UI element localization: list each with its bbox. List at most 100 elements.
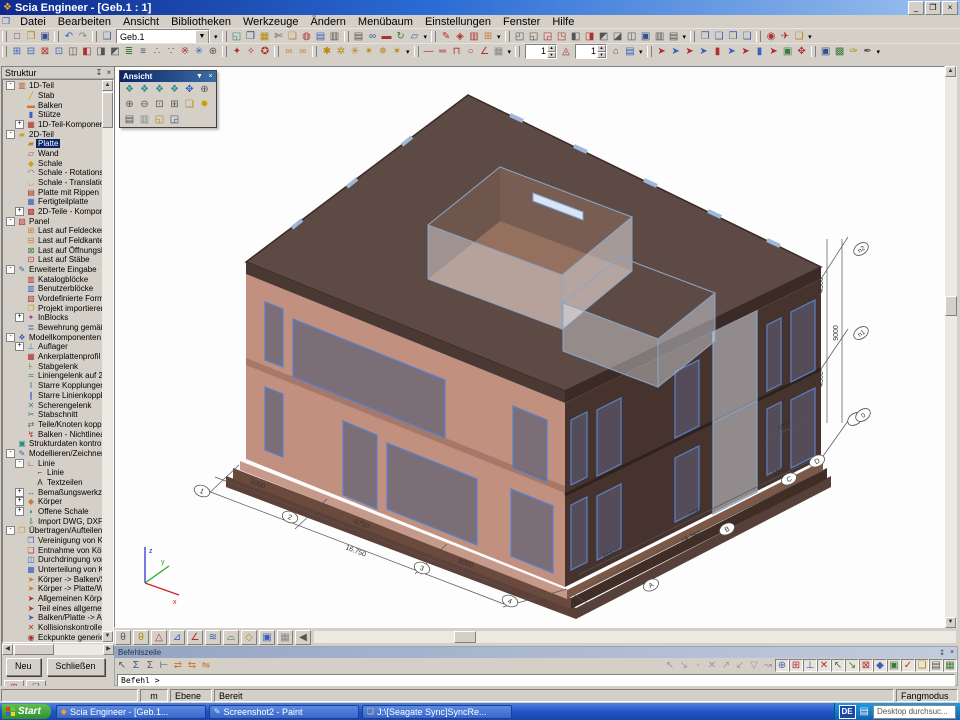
snap-perp-icon[interactable]: ⊥ — [803, 659, 817, 672]
snap-box-icon[interactable]: ⊠ — [859, 659, 873, 672]
status-unit[interactable]: m — [140, 689, 168, 702]
layers-icon[interactable]: ❒ — [244, 30, 258, 43]
toolbar-handle[interactable] — [811, 46, 816, 57]
toolbar-handle[interactable] — [431, 31, 436, 42]
beam-tool-icon[interactable]: ➤ — [697, 45, 711, 58]
snap-ok-icon[interactable]: ✓ — [901, 659, 915, 672]
view-yz-icon[interactable]: ❖ — [152, 83, 167, 96]
refresh-icon[interactable]: ↻ — [394, 30, 408, 43]
snap-tri-icon[interactable]: ▽ — [747, 659, 761, 672]
tree-item[interactable]: ⌐ Linie — [3, 468, 102, 478]
raster-icon[interactable]: ▦ — [492, 45, 506, 58]
model-viewport[interactable]: 5000 6750 5000 16.750 5650 7250 5350 18.… — [114, 66, 945, 628]
window-icon[interactable]: ❑ — [100, 30, 114, 43]
tree-item[interactable]: ◉ Eckpunkte generieren — [3, 632, 102, 642]
menu-item[interactable]: Menübaum — [352, 16, 419, 28]
clipping-icon[interactable]: θ — [115, 630, 131, 645]
book-icon[interactable]: ▬ — [380, 30, 394, 43]
clip-box-icon[interactable]: ◱ — [152, 113, 167, 126]
half-icon[interactable]: ◧ — [80, 45, 94, 58]
tree-item[interactable]: ▦ Ankerplattenprofil — [3, 352, 102, 362]
tree-expander[interactable]: + — [15, 488, 24, 497]
link-icon[interactable]: ∞ — [282, 45, 296, 58]
render-mode-icon[interactable]: ▣ — [259, 630, 275, 645]
close-icon[interactable]: × — [947, 649, 957, 656]
activity-spinner[interactable]: 1 ▲▼ — [525, 44, 557, 59]
tree-item[interactable]: ▱ Wand — [3, 149, 102, 159]
toolbar-handle[interactable] — [92, 31, 97, 42]
zoom-selection-icon[interactable]: ❏ — [182, 98, 197, 111]
tree-horizontal-scrollbar[interactable]: ◀ ▶ — [2, 644, 114, 655]
sheet-icon[interactable]: ▥ — [467, 30, 481, 43]
binoculars-icon[interactable]: ∞ — [366, 30, 380, 43]
view-layout-icon[interactable]: ▤ — [667, 30, 681, 43]
tree-vertical-scrollbar[interactable]: ▲ ▼ — [102, 80, 113, 642]
tool-icon[interactable]: ✲ — [334, 45, 348, 58]
window-cascade-icon[interactable]: ❐ — [698, 30, 712, 43]
toolbar-handle[interactable] — [54, 31, 59, 42]
maximize-button[interactable]: ❐ — [925, 1, 941, 15]
annotate-icon[interactable]: ✑ — [847, 45, 861, 58]
snap-cancel-icon[interactable]: ✕ — [705, 659, 719, 672]
snap-surface-icon[interactable]: ▣ — [887, 659, 901, 672]
axis-icon[interactable]: ⊢ — [157, 659, 171, 672]
tree-expander[interactable]: - — [6, 81, 15, 90]
project-icon[interactable]: ◱ — [230, 30, 244, 43]
toolbar-overflow[interactable]: ▾ — [637, 48, 645, 56]
move-icon[interactable]: ✥ — [795, 45, 809, 58]
line-icon[interactable]: — — [422, 45, 436, 58]
snap-sw-icon[interactable]: ↙ — [733, 659, 747, 672]
tree-item[interactable]: + ↔ Bemaßungswerkzeuge — [3, 487, 102, 497]
link2-icon[interactable]: ∞ — [296, 45, 310, 58]
beam-tool-icon[interactable]: ➤ — [767, 45, 781, 58]
tree-item[interactable]: ➤ Balken/Platte -> Allgemein — [3, 613, 102, 623]
layout-icon[interactable]: ▤ — [314, 30, 328, 43]
tree-item[interactable]: - ▧ Panel — [3, 216, 102, 226]
menu-item[interactable]: Werkzeuge — [237, 16, 304, 28]
star-icon[interactable]: ✳ — [192, 45, 206, 58]
layer-spinner[interactable]: 1 ▲▼ — [575, 44, 607, 59]
grid-icon[interactable]: ⊞ — [481, 30, 495, 43]
toolbar-handle[interactable] — [414, 46, 419, 57]
snap-free-icon[interactable]: ↖ — [663, 659, 677, 672]
toolbar-handle[interactable] — [344, 31, 349, 42]
scroll-left-icon[interactable]: ◀ — [2, 644, 13, 655]
view-xz-icon[interactable]: ❖ — [137, 83, 152, 96]
toolbar-handle[interactable] — [274, 46, 279, 57]
layer-icon[interactable]: ▤ — [623, 45, 637, 58]
polyline-icon[interactable]: ⊓ — [450, 45, 464, 58]
perspective-icon[interactable]: ⊿ — [169, 630, 185, 645]
toolbar-handle[interactable] — [647, 46, 652, 57]
sum2-icon[interactable]: Σ — [143, 659, 157, 672]
beam-tool-icon[interactable]: ➤ — [655, 45, 669, 58]
snap-mid-icon[interactable]: ↘ — [845, 659, 859, 672]
schliessen-button[interactable]: Schließen — [47, 658, 105, 676]
axo-icon[interactable]: △ — [151, 630, 167, 645]
desktop-search-input[interactable]: Desktop durchsuc... — [873, 705, 956, 719]
tree-item[interactable]: ◆ Schale — [3, 158, 102, 168]
tree-item[interactable]: ▮ Stütze — [3, 110, 102, 120]
tree-item[interactable]: ⇄ Teile/Knoten koppeln — [3, 420, 102, 430]
menu-item[interactable]: Bibliotheken — [165, 16, 237, 28]
toolbar-overflow[interactable]: ▾ — [806, 33, 814, 41]
tree-item[interactable]: - ❒ Übertragen/Aufteilen/Vereinigen — [3, 526, 102, 536]
window-tile-icon[interactable]: ❑ — [712, 30, 726, 43]
toolbar-overflow[interactable]: ▾ — [506, 48, 514, 56]
menu-item[interactable]: Fenster — [497, 16, 546, 28]
isometry-icon[interactable]: ◇ — [241, 630, 257, 645]
tree-expander[interactable]: - — [6, 265, 15, 274]
tool-icon[interactable]: ✶ — [390, 45, 404, 58]
tree-item[interactable]: - ✎ Modellieren/Zeichnen — [3, 449, 102, 459]
window-close-icon[interactable]: ❏ — [740, 30, 754, 43]
toolbar-handle[interactable] — [756, 31, 761, 42]
toolbar-handle[interactable] — [222, 46, 227, 57]
tree-item[interactable]: I Starre Kopplungen — [3, 381, 102, 391]
toolbar-overflow[interactable]: ▾ — [495, 33, 503, 41]
print-icon[interactable]: ▤ — [352, 30, 366, 43]
person2-icon[interactable]: ✧ — [244, 45, 258, 58]
tree-item[interactable]: ⊠ Last auf Öffnungskanten — [3, 245, 102, 255]
export-icon[interactable]: ▩ — [833, 45, 847, 58]
close-icon[interactable]: × — [205, 73, 216, 80]
ansicht-toolbar-titlebar[interactable]: Ansicht ▼ × — [120, 71, 216, 82]
tree-expander[interactable]: - — [15, 459, 24, 468]
